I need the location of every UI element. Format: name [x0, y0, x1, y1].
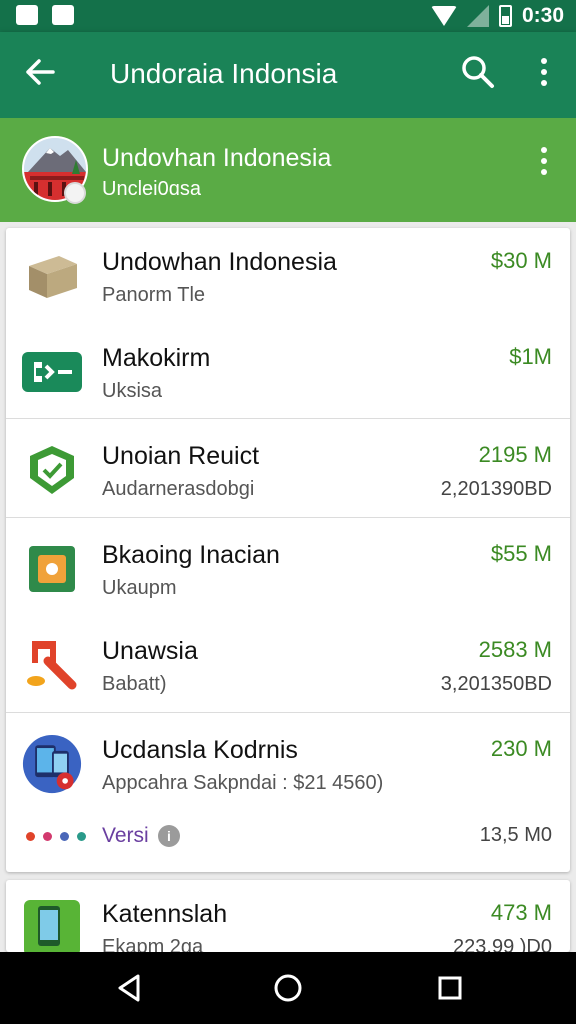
nav-recent-icon: [438, 976, 462, 1000]
version-row[interactable]: Versi i 13,5 M0: [6, 812, 570, 864]
box-icon: [22, 246, 82, 306]
item-subtitle: Audarnerasdobgi: [102, 478, 255, 500]
nav-home-icon: [274, 974, 302, 1002]
wifi-icon: [430, 6, 457, 26]
more-vert-icon: [528, 54, 560, 90]
app-bar: Undoraia Indonsia: [0, 32, 576, 118]
wrench-icon: [22, 635, 82, 695]
shield-check-icon: [22, 440, 82, 500]
list-item[interactable]: Ucdansla Kodrnis Appcahra Sakpndai : $21…: [6, 716, 570, 812]
orange-square-icon: [22, 539, 82, 599]
item-subtitle: Ekapm 2ga: [102, 936, 204, 952]
back-button[interactable]: [22, 54, 58, 90]
item-name: Unoian Reuict: [102, 442, 260, 470]
item-extra: 3,201350BD: [440, 673, 552, 695]
status-bar: 0:30: [0, 0, 576, 32]
divider: [6, 517, 570, 518]
list-item[interactable]: Makokirm Uksisa $1M: [6, 324, 570, 420]
more-button[interactable]: [528, 54, 560, 90]
page-indicator: [26, 832, 86, 841]
item-name: Bkaoing Inacian: [102, 541, 280, 569]
list-card: Katennslah Ekapm 2ga 473 M 223.99 )D0: [6, 880, 570, 952]
phone-app-icon: [22, 898, 82, 952]
item-subtitle: Babatt): [102, 673, 167, 695]
divider: [6, 418, 570, 419]
signal-icon: [466, 5, 489, 27]
list-item[interactable]: Bkaoing Inacian Ukaupm $55 M: [6, 521, 570, 617]
list-item[interactable]: Unawsia Babatt) 2583 M 3,201350BD: [6, 617, 570, 713]
item-name: Unawsia: [102, 637, 198, 665]
nav-back-icon: [118, 974, 140, 1002]
banner-name: Undovhan Indonesia: [102, 144, 332, 172]
item-price: $55 M: [490, 541, 552, 566]
info-icon[interactable]: i: [158, 825, 180, 847]
app-green-icon: [22, 342, 82, 402]
item-price: $1M: [509, 344, 552, 369]
nav-home-button[interactable]: [270, 970, 306, 1006]
nav-recent-button[interactable]: [432, 970, 468, 1006]
item-price: 230 M: [490, 736, 552, 761]
search-icon: [462, 56, 494, 88]
list-item[interactable]: Katennslah Ekapm 2ga 473 M 223.99 )D0: [6, 880, 570, 952]
search-button[interactable]: [460, 54, 496, 90]
more-vert-icon: [530, 144, 558, 178]
photo-icon: [52, 5, 74, 25]
arrow-back-icon: [26, 59, 55, 85]
item-price: 2195 M: [478, 442, 552, 467]
battery-icon: [498, 5, 512, 27]
version-size: 13,5 M0: [479, 824, 552, 846]
item-name: Katennslah: [102, 900, 228, 928]
nav-back-button[interactable]: [112, 970, 148, 1006]
image-icon: [16, 5, 38, 25]
banner-badge-icon: [64, 182, 86, 204]
banner-more-button[interactable]: [530, 144, 558, 178]
item-name: Makokirm: [102, 344, 211, 372]
item-subtitle: Uksisa: [102, 380, 163, 402]
phone-apps-icon: [22, 734, 82, 794]
page-title: Undoraia Indonsia: [110, 58, 338, 89]
item-price: 2583 M: [478, 637, 552, 662]
item-price: $30 M: [490, 248, 552, 273]
item-subtitle: Panorm Tle: [102, 284, 206, 306]
list-item[interactable]: Undowhan Indonesia Panorm Tle $30 M: [6, 228, 570, 324]
item-price: 473 M: [490, 900, 552, 925]
nav-bar: [0, 952, 576, 1024]
item-extra: 223.99 )D0: [453, 936, 552, 952]
item-name: Ucdansla Kodrnis: [102, 736, 298, 764]
item-subtitle: Ukaupm: [102, 577, 177, 599]
version-label: Versi: [102, 824, 149, 847]
banner[interactable]: Undovhan Indonesia Unclei0ɑsa: [0, 118, 576, 222]
divider: [6, 712, 570, 713]
list-card: Undowhan Indonesia Panorm Tle $30 M Mako…: [6, 228, 570, 872]
item-name: Undowhan Indonesia: [102, 248, 337, 276]
status-time: 0:30: [521, 4, 564, 27]
item-extra: 2,201390BD: [440, 478, 552, 500]
list-item[interactable]: Unoian Reuict Audarnerasdobgi 2195 M 2,2…: [6, 422, 570, 518]
banner-subtitle: Unclei0ɑsa: [102, 178, 201, 200]
item-subtitle: Appcahra Sakpndai : $21 4560): [102, 772, 384, 794]
